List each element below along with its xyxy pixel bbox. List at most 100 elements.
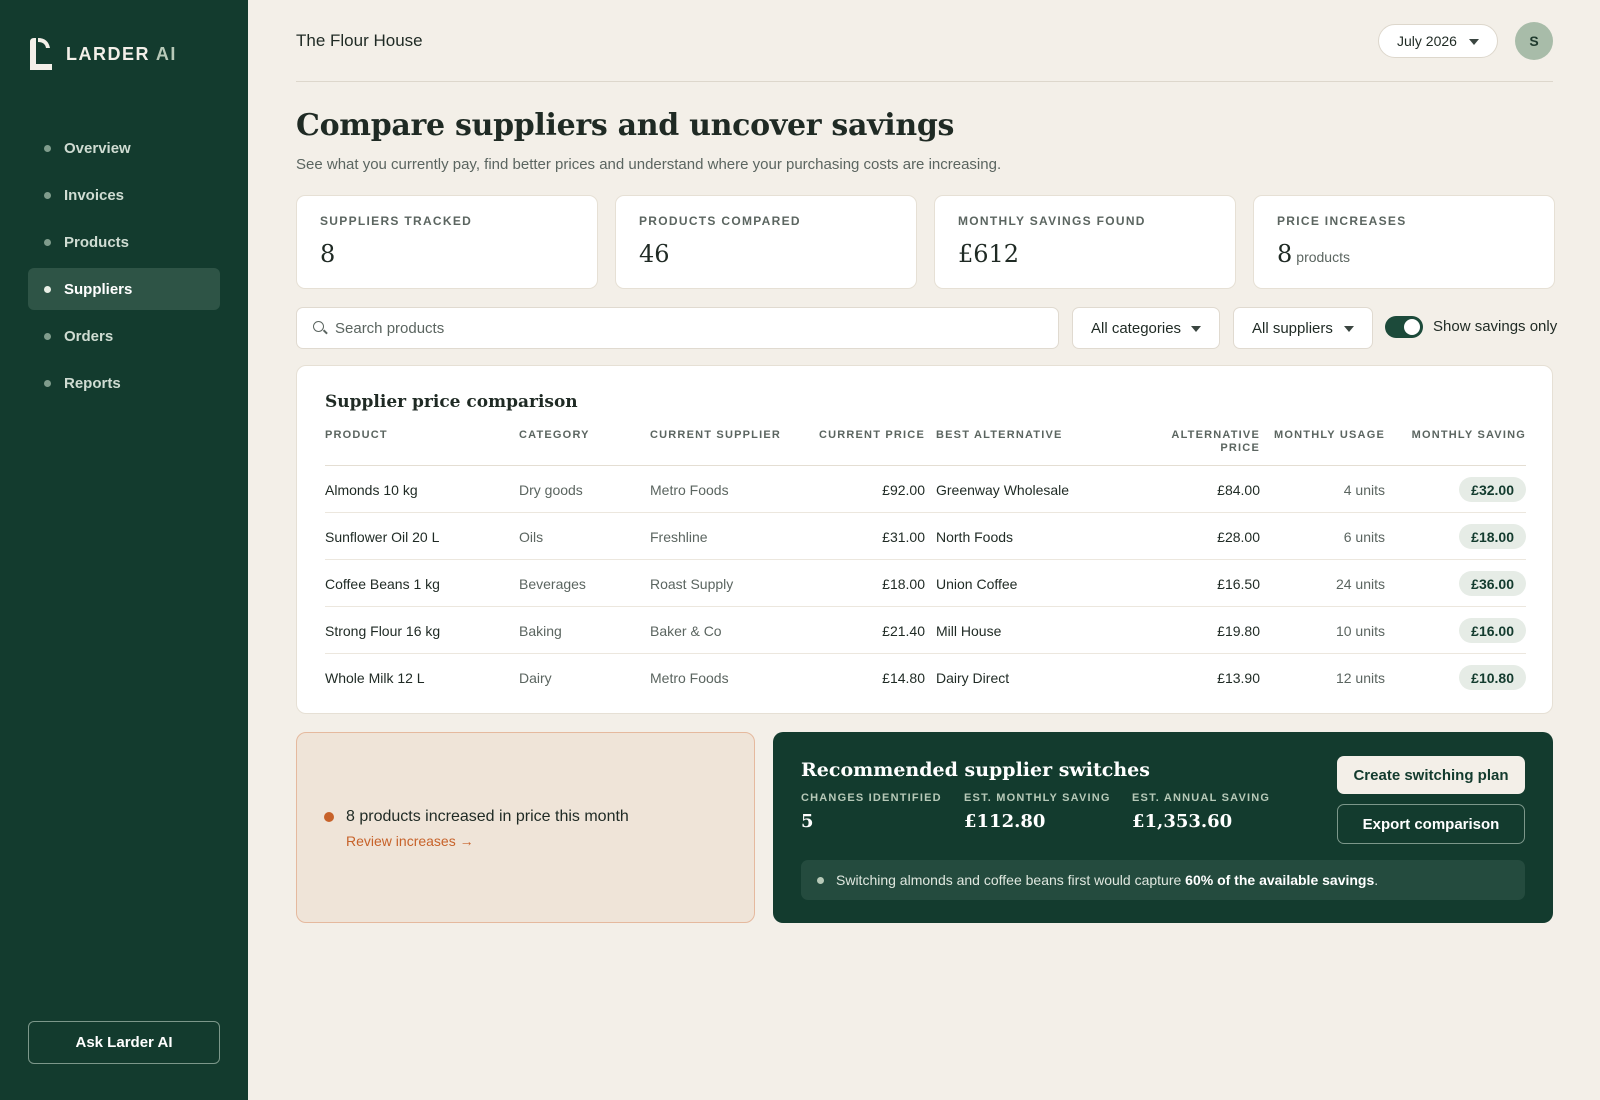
bullet-icon [44, 191, 51, 199]
recommendation-title: Recommended supplier switches [801, 759, 1150, 781]
cell-product: Coffee Beans 1 kg [325, 576, 440, 592]
cell-category: Oils [519, 529, 544, 545]
sidebar-item-products[interactable]: Products [28, 221, 220, 263]
stat-label: PRODUCTS COMPARED [639, 214, 801, 228]
table-title: Supplier price comparison [325, 392, 578, 412]
search-input[interactable] [335, 319, 1035, 337]
column-header-current-price[interactable]: CURRENT PRICE [815, 429, 925, 442]
avatar[interactable]: S [1515, 22, 1553, 60]
supplier-filter[interactable]: All suppliers [1233, 307, 1373, 349]
cell-monthly-usage: 4 units [1343, 482, 1385, 498]
note-text: Switching almonds and coffee beans first… [836, 872, 1379, 888]
column-header-category[interactable]: CATEGORY [519, 429, 590, 442]
column-header-best-alternative[interactable]: BEST ALTERNATIVE [936, 429, 1063, 442]
search-box[interactable] [296, 307, 1059, 349]
ask-larder-ai-button[interactable]: Ask Larder AI [28, 1021, 220, 1064]
cell-alternative-price: £16.50 [1217, 576, 1260, 592]
stat-value: 8 products [1277, 240, 1350, 268]
metric-est-monthly-saving: EST. MONTHLY SAVING £112.80 [964, 792, 1111, 832]
workspace-name: The Flour House [296, 31, 423, 50]
cell-current-price: £31.00 [882, 529, 925, 545]
table-row[interactable]: Sunflower Oil 20 L Oils Freshline £31.00… [325, 513, 1526, 560]
cell-best-alternative: Dairy Direct [936, 670, 1010, 686]
stat-unit: products [1296, 249, 1350, 265]
cell-current-price: £92.00 [882, 482, 925, 498]
page-title: Compare suppliers and uncover savings [296, 108, 955, 143]
brand[interactable]: LARDER AI [28, 36, 177, 72]
review-increases-link[interactable]: Review increases → [346, 833, 474, 849]
bullet-icon [817, 876, 824, 884]
table-row[interactable]: Whole Milk 12 L Dairy Metro Foods £14.80… [325, 654, 1526, 701]
cell-category: Dairy [519, 670, 552, 686]
create-switching-plan-button[interactable]: Create switching plan [1337, 756, 1525, 794]
sidebar-item-label: Orders [64, 327, 114, 345]
sidebar-item-suppliers[interactable]: Suppliers [28, 268, 220, 310]
cell-category: Dry goods [519, 482, 583, 498]
stat-label: PRICE INCREASES [1277, 214, 1407, 228]
recommendation-note: Switching almonds and coffee beans first… [801, 860, 1525, 900]
metric-value: 5 [801, 811, 814, 832]
cell-alternative-price: £13.90 [1217, 670, 1260, 686]
stat-value: 8 [320, 240, 336, 268]
cell-best-alternative: Greenway Wholesale [936, 482, 1070, 498]
recommended-switches-card: Recommended supplier switches CHANGES ID… [773, 732, 1553, 923]
column-header-monthly-usage[interactable]: MONTHLY USAGE [1260, 429, 1385, 442]
table-row[interactable]: Coffee Beans 1 kg Beverages Roast Supply… [325, 560, 1526, 607]
cell-monthly-usage: 24 units [1335, 576, 1385, 592]
search-icon [313, 321, 328, 335]
category-filter-value: All categories [1091, 319, 1182, 337]
cell-product: Whole Milk 12 L [325, 670, 425, 686]
category-filter[interactable]: All categories [1072, 307, 1220, 349]
cell-current-supplier: Roast Supply [650, 576, 734, 592]
saving-badge: £16.00 [1459, 618, 1526, 643]
sidebar-item-label: Suppliers [64, 280, 133, 298]
month-select[interactable]: July 2026 [1378, 24, 1498, 58]
table-row[interactable]: Strong Flour 16 kg Baking Baker & Co £21… [325, 607, 1526, 654]
metric-label: EST. ANNUAL SAVING [1132, 792, 1271, 804]
stat-value: 46 [639, 240, 670, 268]
sidebar-item-label: Invoices [64, 186, 125, 204]
sidebar-item-label: Reports [64, 374, 121, 392]
column-header-alternative-price[interactable]: ALTERNATIVE PRICE [1150, 429, 1260, 455]
chevron-down-icon [1469, 39, 1479, 45]
cell-monthly-usage: 6 units [1343, 529, 1385, 545]
savings-only-label: Show savings only [1433, 318, 1558, 335]
sidebar-item-reports[interactable]: Reports [28, 362, 220, 404]
cell-current-price: £14.80 [882, 670, 925, 686]
stat-card-price-increases: PRICE INCREASES 8 products [1253, 195, 1555, 289]
cell-current-supplier: Baker & Co [650, 623, 722, 639]
sidebar-item-orders[interactable]: Orders [28, 315, 220, 357]
cell-current-price: £18.00 [882, 576, 925, 592]
bullet-icon [44, 379, 51, 387]
stat-card-products-compared: PRODUCTS COMPARED 46 [615, 195, 917, 289]
bullet-icon [44, 144, 51, 152]
bullet-icon [44, 332, 51, 340]
saving-badge: £10.80 [1459, 665, 1526, 690]
sidebar-nav: Overview Invoices Products Suppliers Ord… [28, 127, 220, 409]
header-divider [296, 81, 1553, 82]
table-row[interactable]: Almonds 10 kg Dry goods Metro Foods £92.… [325, 466, 1526, 513]
stat-card-suppliers-tracked: SUPPLIERS TRACKED 8 [296, 195, 598, 289]
savings-only-toggle[interactable] [1385, 316, 1423, 338]
export-comparison-button[interactable]: Export comparison [1337, 804, 1525, 844]
column-header-product[interactable]: PRODUCT [325, 429, 388, 442]
stat-value: £612 [958, 240, 1020, 268]
metric-label: EST. MONTHLY SAVING [964, 792, 1111, 804]
chevron-down-icon [1344, 326, 1354, 332]
stat-label: SUPPLIERS TRACKED [320, 214, 473, 228]
column-header-monthly-saving[interactable]: MONTHLY SAVING [1386, 429, 1526, 442]
cell-best-alternative: Union Coffee [936, 576, 1018, 592]
cell-current-price: £21.40 [882, 623, 925, 639]
metric-value: £1,353.60 [1132, 811, 1233, 832]
price-increase-alert: 8 products increased in price this month… [296, 732, 755, 923]
sidebar-item-invoices[interactable]: Invoices [28, 174, 220, 216]
sidebar-item-label: Overview [64, 139, 131, 157]
sidebar-item-overview[interactable]: Overview [28, 127, 220, 169]
column-header-current-supplier[interactable]: CURRENT SUPPLIER [650, 429, 781, 442]
month-select-value: July 2026 [1397, 33, 1457, 49]
cell-product: Sunflower Oil 20 L [325, 529, 440, 545]
sidebar: LARDER AI Overview Invoices Products Sup… [0, 0, 248, 1100]
saving-badge: £36.00 [1459, 571, 1526, 596]
cell-product: Strong Flour 16 kg [325, 623, 441, 639]
metric-est-annual-saving: EST. ANNUAL SAVING £1,353.60 [1132, 792, 1270, 832]
